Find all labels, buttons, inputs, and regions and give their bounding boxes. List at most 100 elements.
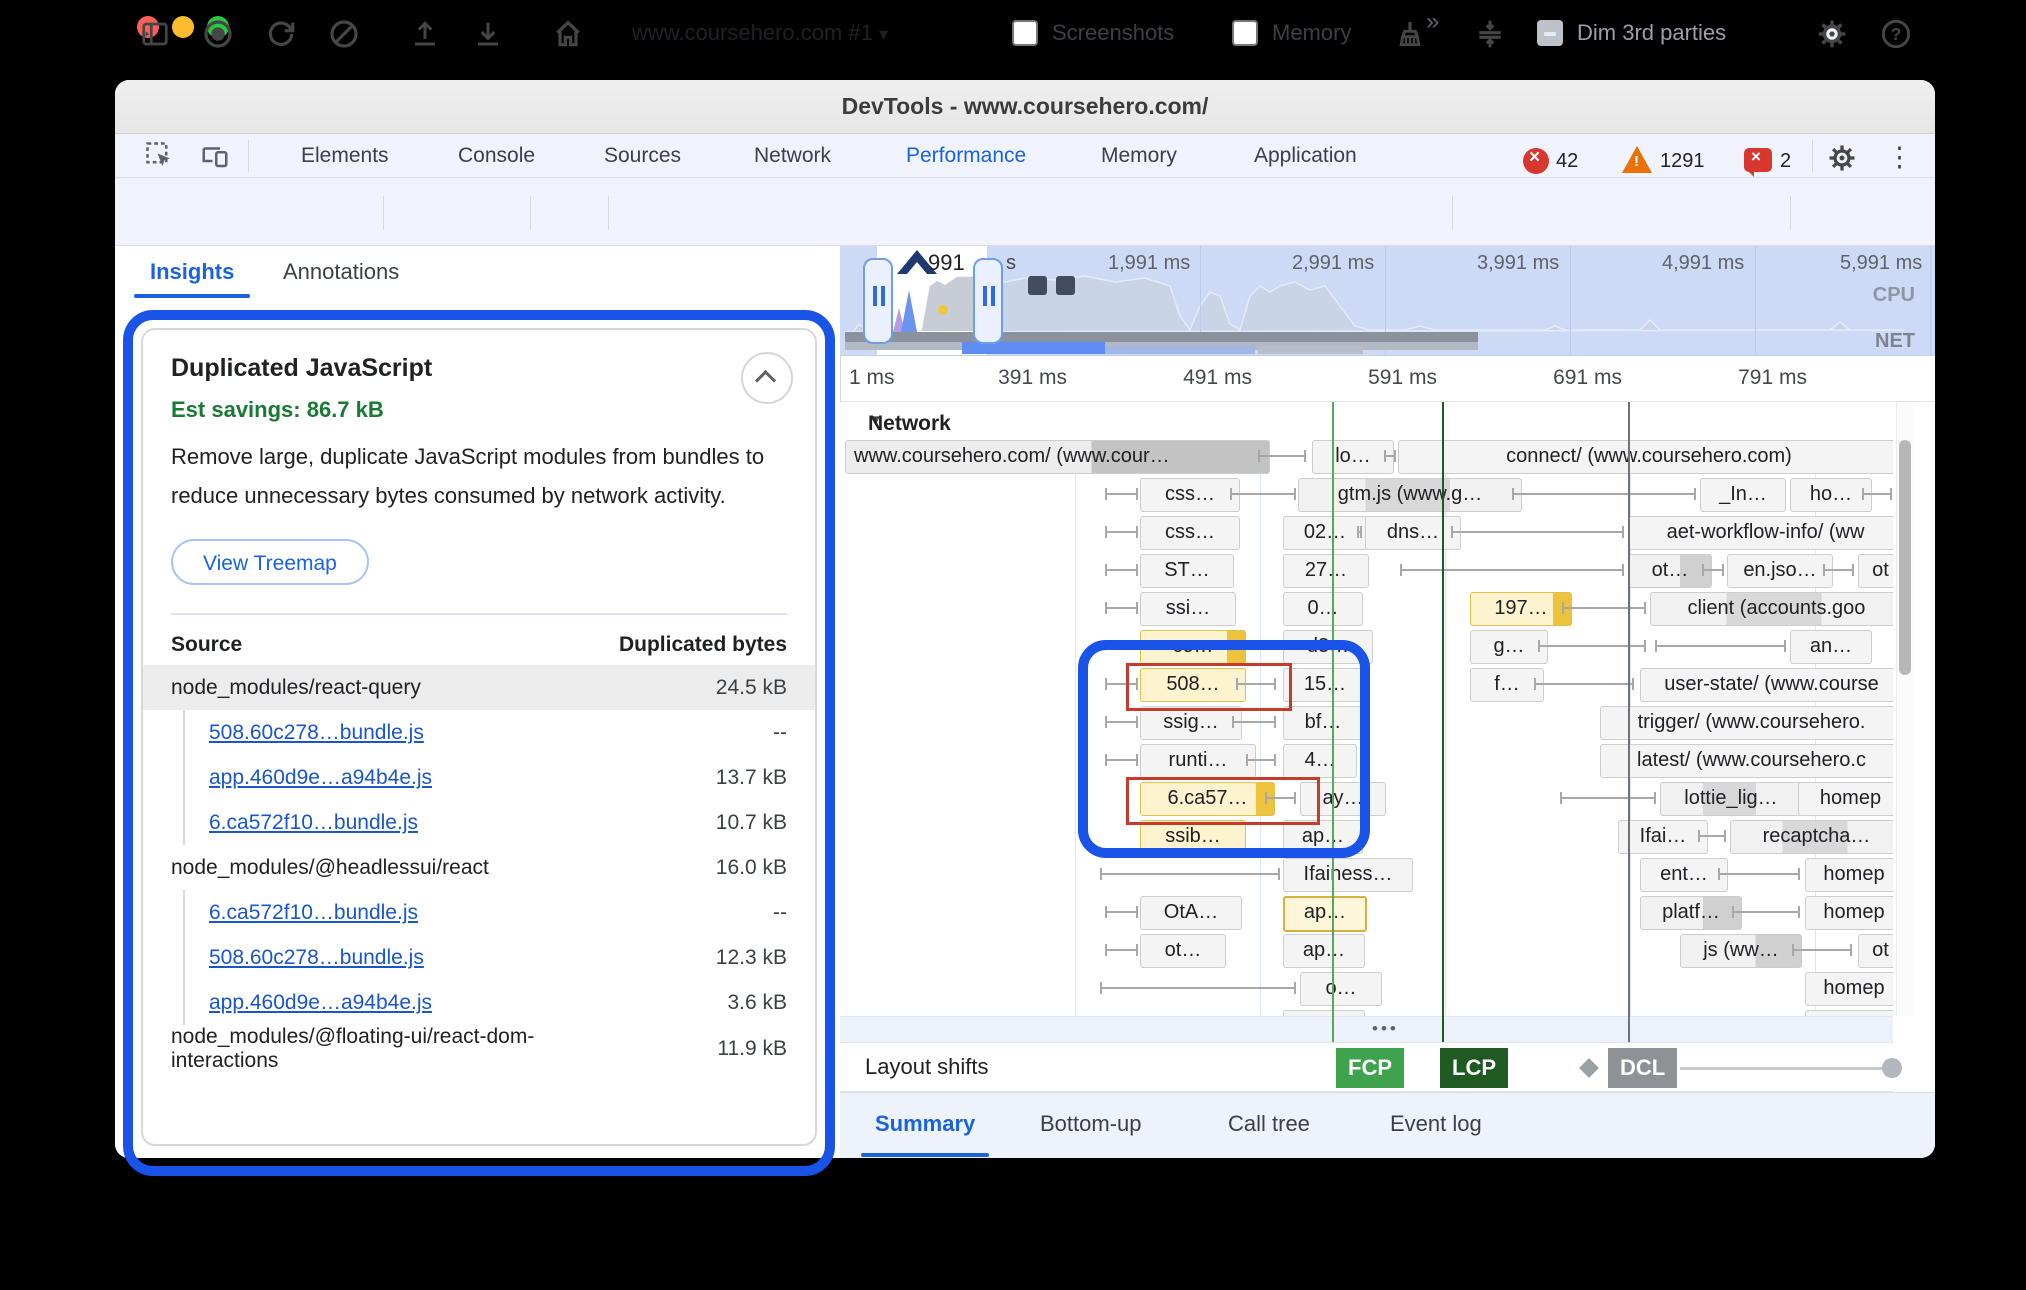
toggle-sidebar-icon[interactable] bbox=[135, 14, 175, 54]
network-request[interactable]: css… bbox=[1140, 478, 1240, 512]
home-icon[interactable] bbox=[548, 14, 588, 54]
network-request[interactable]: homep bbox=[1805, 858, 1893, 892]
network-request[interactable]: aet-workflow-info/ (ww bbox=[1628, 516, 1893, 550]
network-request[interactable]: ot… bbox=[1140, 934, 1226, 968]
network-request[interactable]: 02… bbox=[1283, 516, 1367, 550]
memory-checkbox[interactable] bbox=[1232, 20, 1258, 46]
timeline-minimap[interactable]: 1,991 ms2,991 ms3,991 ms4,991 ms5,991 ms… bbox=[840, 246, 1935, 356]
network-request[interactable]: ot bbox=[1858, 934, 1893, 968]
download-profile-icon[interactable] bbox=[468, 14, 508, 54]
network-request[interactable]: client (accounts.goo bbox=[1650, 592, 1893, 626]
network-request[interactable]: 197… bbox=[1470, 592, 1572, 626]
highlight-ring-insight bbox=[123, 310, 835, 1176]
selection-handle-left[interactable] bbox=[863, 258, 893, 344]
scrollbar-thumb[interactable] bbox=[1899, 440, 1911, 675]
network-request[interactable]: Ifai… bbox=[1618, 820, 1708, 854]
memory-label[interactable]: Memory bbox=[1272, 20, 1351, 46]
network-request[interactable]: lo… bbox=[1312, 440, 1394, 474]
dcl-badge[interactable]: DCL bbox=[1608, 1048, 1677, 1088]
network-request[interactable]: f… bbox=[1470, 668, 1544, 702]
network-request[interactable]: OtA… bbox=[1140, 896, 1242, 930]
settings-gear-icon[interactable] bbox=[1822, 138, 1862, 178]
error-count[interactable]: 42 bbox=[1556, 150, 1578, 173]
network-request[interactable]: dns… bbox=[1365, 516, 1461, 550]
network-request[interactable]: ot bbox=[1858, 554, 1893, 588]
network-request[interactable]: connect/ (www.coursehero.com) bbox=[1398, 440, 1893, 474]
console-warnings-icon[interactable]: ! bbox=[1622, 146, 1652, 173]
sidebar-tab-annotations[interactable]: Annotations bbox=[283, 246, 399, 298]
network-request[interactable]: ent… bbox=[1640, 858, 1728, 892]
network-request[interactable]: www.coursehero.com/ (www.cour… bbox=[845, 440, 1270, 474]
lcp-badge[interactable]: LCP bbox=[1440, 1048, 1508, 1088]
network-request[interactable]: homep bbox=[1798, 782, 1893, 816]
issues-icon[interactable]: × bbox=[1744, 148, 1772, 172]
network-request[interactable]: ST… bbox=[1140, 554, 1234, 588]
network-request[interactable]: platf… bbox=[1640, 896, 1742, 930]
network-request[interactable]: Ifainess… bbox=[1283, 858, 1413, 892]
sidebar-tab-insights[interactable]: Insights bbox=[150, 246, 234, 298]
details-tab-call-tree[interactable]: Call tree bbox=[1228, 1093, 1310, 1159]
network-request[interactable]: latest/ (www.coursehero.c bbox=[1600, 744, 1893, 778]
network-request[interactable]: homep bbox=[1805, 972, 1893, 1006]
gc-brush-icon[interactable] bbox=[1390, 14, 1430, 54]
tab-application[interactable]: Application bbox=[1248, 134, 1363, 178]
console-errors-icon[interactable]: × bbox=[1523, 148, 1549, 174]
upload-profile-icon[interactable] bbox=[405, 14, 445, 54]
network-request[interactable]: ssi… bbox=[1140, 592, 1236, 626]
tab-memory[interactable]: Memory bbox=[1095, 134, 1183, 178]
network-request[interactable]: css… bbox=[1140, 516, 1240, 550]
history-dropdown[interactable]: www.coursehero.com #1 ▾ bbox=[632, 20, 888, 46]
tab-sources[interactable]: Sources bbox=[598, 134, 687, 178]
fcp-badge[interactable]: FCP bbox=[1336, 1048, 1404, 1088]
issues-count[interactable]: 2 bbox=[1780, 150, 1791, 173]
network-request[interactable]: ot… bbox=[1628, 554, 1712, 588]
network-request[interactable]: ap… bbox=[1283, 896, 1367, 932]
network-request[interactable]: trigger/ (www.coursehero. bbox=[1600, 706, 1893, 740]
details-tab-event-log[interactable]: Event log bbox=[1390, 1093, 1482, 1159]
request-whisker bbox=[1105, 569, 1138, 571]
minimize-window-button[interactable] bbox=[172, 16, 194, 38]
network-request[interactable]: lottie_lig… bbox=[1660, 782, 1802, 816]
collapse-sanity-icon[interactable] bbox=[1470, 14, 1510, 54]
screenshots-checkbox[interactable] bbox=[1012, 20, 1038, 46]
help-icon[interactable]: ? bbox=[1876, 14, 1916, 54]
collapsed-rows-band[interactable]: ••• bbox=[840, 1016, 1893, 1042]
request-whisker bbox=[1105, 607, 1138, 609]
screenshots-label[interactable]: Screenshots bbox=[1052, 20, 1174, 46]
capture-settings-gear-icon[interactable] bbox=[1812, 14, 1852, 54]
active-tab-underline bbox=[134, 294, 250, 298]
reload-record-icon[interactable] bbox=[261, 14, 301, 54]
network-request[interactable]: homep bbox=[1805, 896, 1893, 930]
tab-network[interactable]: Network bbox=[748, 134, 837, 178]
details-tab-bottom-up[interactable]: Bottom-up bbox=[1040, 1093, 1142, 1159]
tab-console[interactable]: Console bbox=[452, 134, 541, 178]
network-request[interactable]: ho… bbox=[1790, 478, 1872, 512]
network-section-header[interactable]: ▼ Network bbox=[840, 402, 1893, 440]
device-toolbar-icon[interactable] bbox=[195, 136, 235, 176]
network-request[interactable]: js (ww… bbox=[1680, 934, 1802, 968]
clear-icon[interactable] bbox=[324, 14, 364, 54]
selection-handle-right[interactable] bbox=[973, 258, 1003, 344]
network-request[interactable]: g… bbox=[1470, 630, 1548, 664]
window-title: DevTools - www.coursehero.com/ bbox=[115, 93, 1935, 120]
tab-performance[interactable]: Performance bbox=[900, 134, 1032, 178]
details-tab-summary[interactable]: Summary bbox=[875, 1093, 975, 1159]
net-activity-bar bbox=[845, 332, 1478, 342]
network-request[interactable]: 0… bbox=[1283, 592, 1363, 626]
network-request[interactable]: ap… bbox=[1283, 934, 1365, 968]
network-request[interactable]: o… bbox=[1300, 972, 1382, 1006]
inspect-element-icon[interactable] bbox=[140, 136, 180, 176]
kebab-menu-icon[interactable]: ⋮ bbox=[1886, 142, 1913, 173]
network-request[interactable]: recaptcha… bbox=[1730, 820, 1893, 854]
warning-count[interactable]: 1291 bbox=[1660, 150, 1705, 173]
long-task-marker bbox=[1056, 276, 1075, 295]
network-request[interactable]: an… bbox=[1790, 630, 1872, 664]
tab-elements[interactable]: Elements bbox=[295, 134, 395, 178]
network-request[interactable]: _In… bbox=[1700, 478, 1786, 512]
network-request[interactable]: 27… bbox=[1283, 554, 1369, 588]
request-whisker bbox=[1698, 835, 1726, 837]
network-request[interactable]: en.jso… bbox=[1727, 554, 1833, 588]
network-request[interactable]: user-state/ (www.course bbox=[1640, 668, 1893, 702]
dim-3rd-parties-checkbox[interactable] bbox=[1537, 20, 1563, 46]
record-icon[interactable] bbox=[198, 14, 238, 54]
